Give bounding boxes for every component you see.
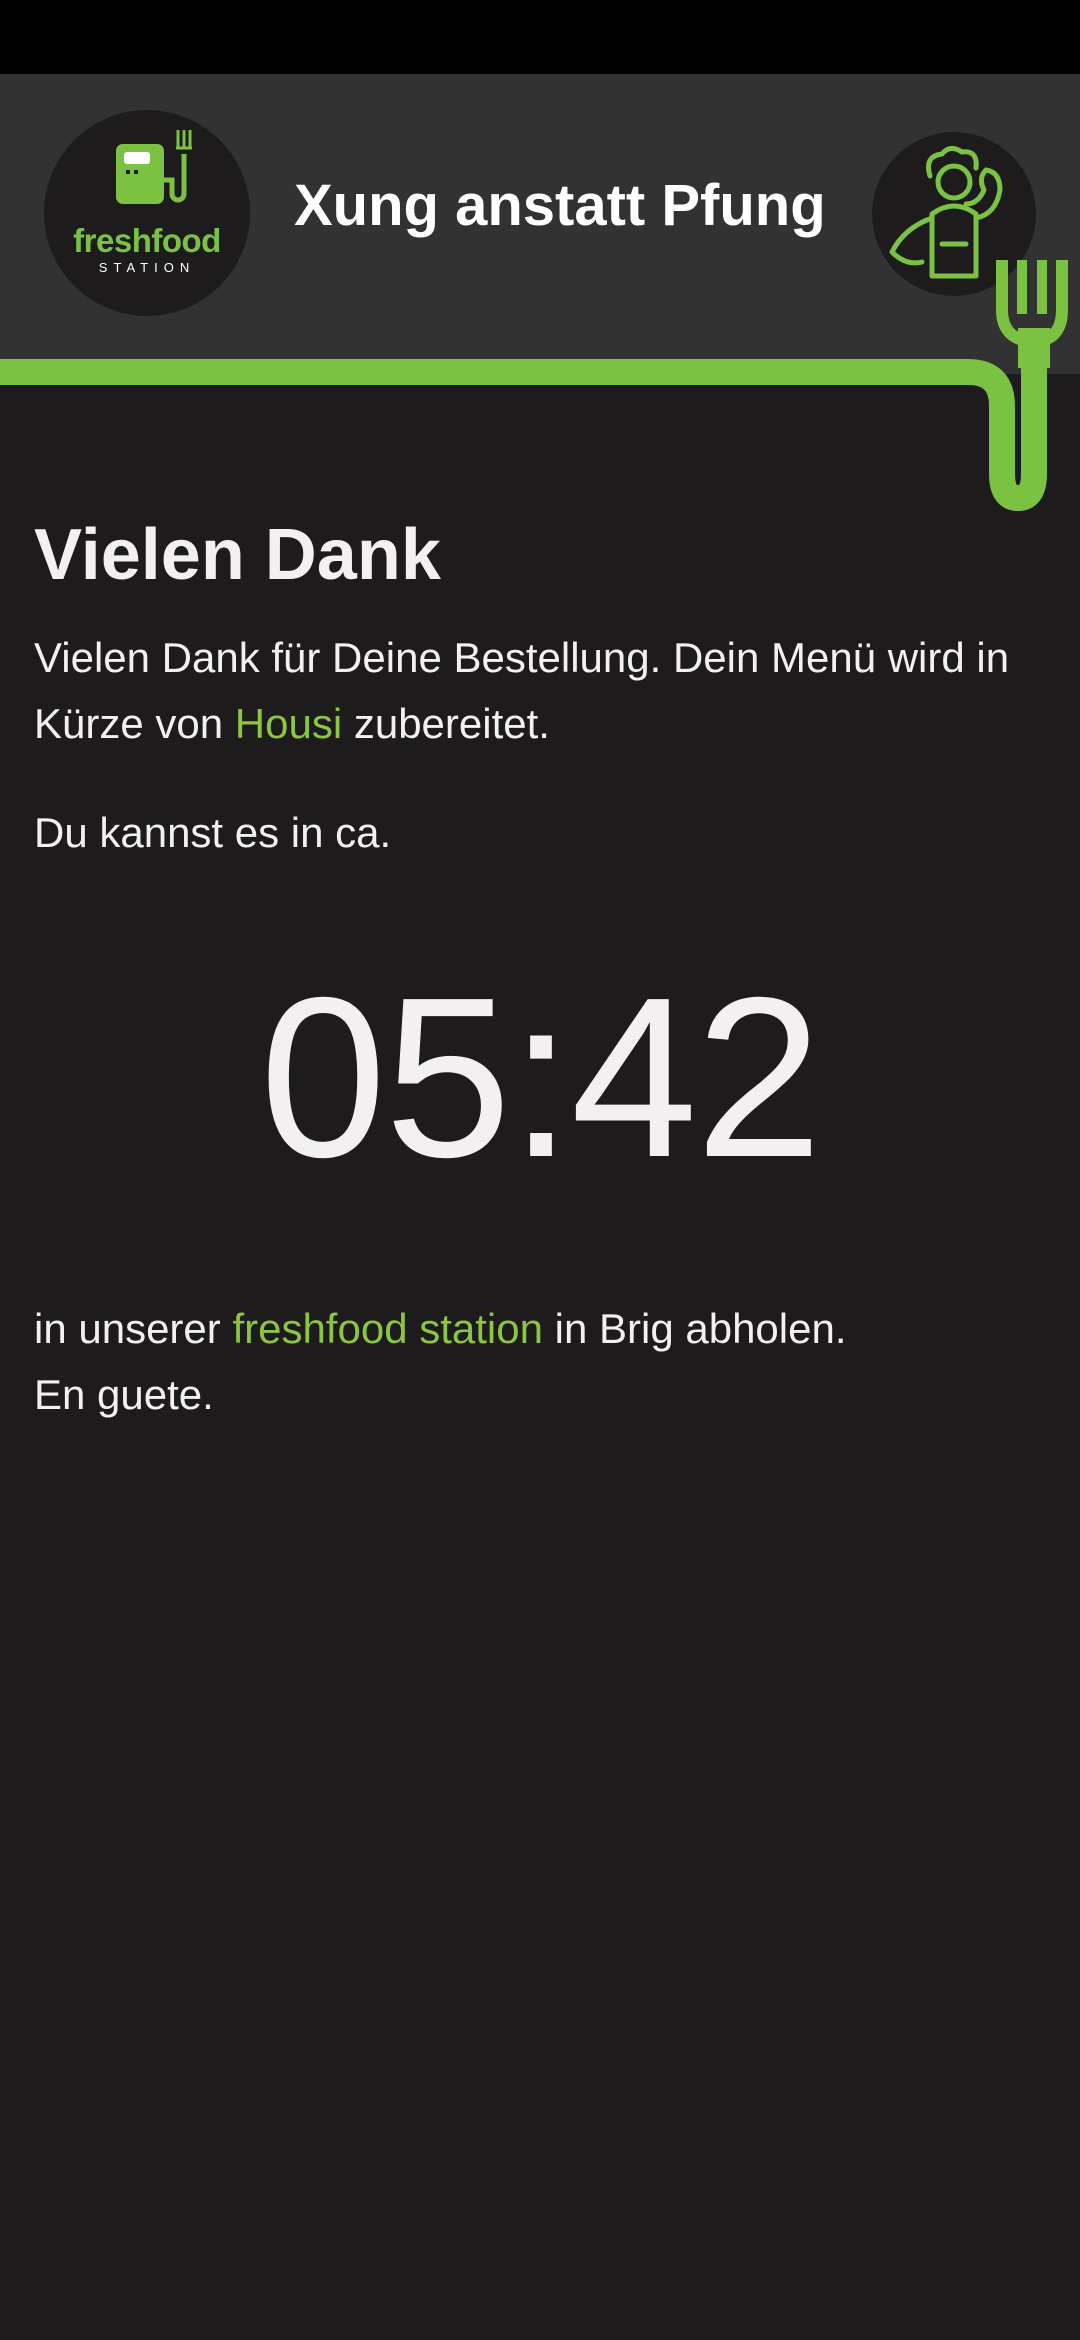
countdown-timer: 05:42 — [259, 951, 823, 1205]
chef-name: Housi — [234, 700, 343, 747]
header-title: Xung anstatt Pfung — [294, 173, 826, 238]
thanks-text-end: zubereitet. — [342, 700, 550, 747]
station-name: freshfood station — [232, 1305, 543, 1352]
closing-text: En guete. — [34, 1371, 214, 1418]
page-heading: Vielen Dank — [34, 515, 441, 595]
status-bar — [0, 0, 1080, 74]
pickup-text: in unserer — [34, 1305, 233, 1352]
pickup-text-end: in Brig abholen. — [542, 1305, 847, 1352]
thanks-paragraph: Vielen Dank für Deine Bestellung. Dein M… — [34, 625, 1064, 757]
pickup-paragraph: in unserer freshfood station in Brig abh… — [34, 1296, 1064, 1428]
pickup-intro: Du kannst es in ca. — [34, 809, 392, 856]
green-fork-divider — [0, 260, 1068, 512]
